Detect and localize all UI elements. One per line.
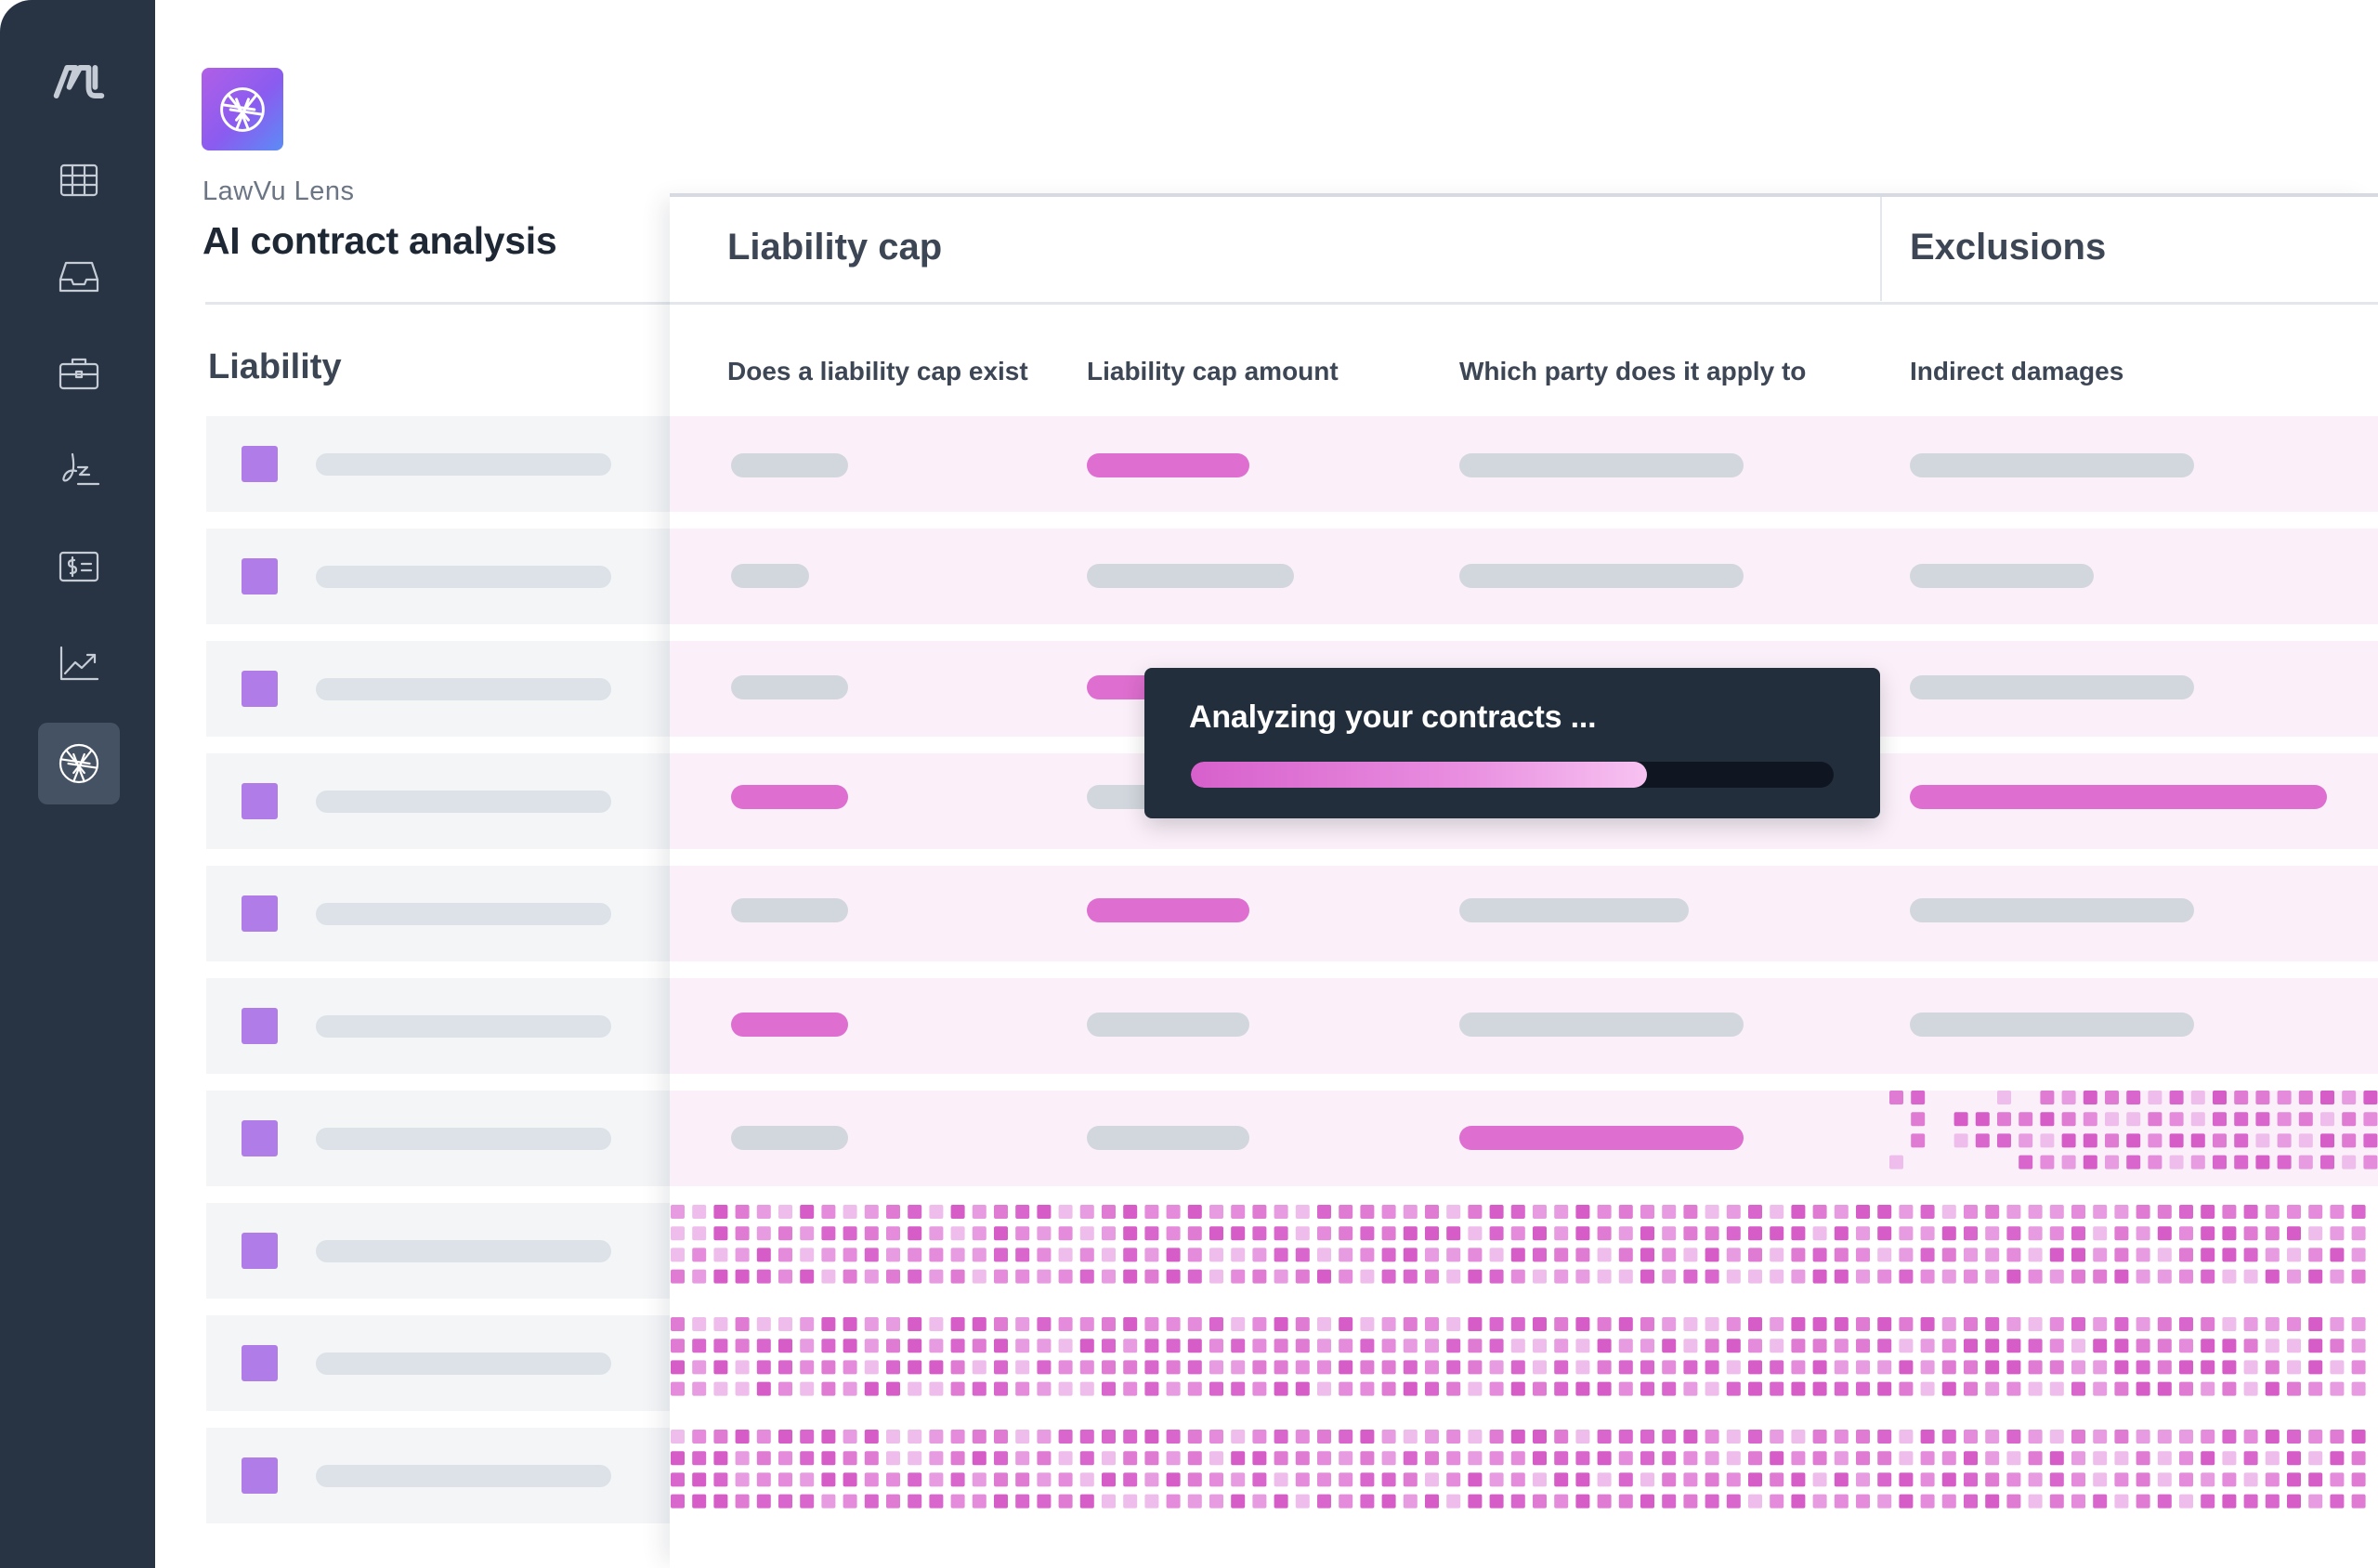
value-placeholder: [1910, 453, 2194, 477]
value-placeholder: [731, 898, 848, 922]
briefcase-icon[interactable]: [38, 333, 120, 414]
contract-row[interactable]: [206, 1428, 671, 1523]
column-header-cap-amount[interactable]: Liability cap amount: [1087, 357, 1339, 386]
placeholder-bar: [316, 791, 611, 813]
placeholder-bar: [316, 1352, 611, 1375]
value-placeholder: [1459, 453, 1744, 477]
progress-bar-fill: [1191, 762, 1648, 788]
value-placeholder: [731, 675, 848, 699]
row-checkbox[interactable]: [242, 1008, 278, 1044]
group-divider: [1880, 197, 1882, 301]
placeholder-bar: [316, 1240, 611, 1262]
column-header-indirect-damages[interactable]: Indirect damages: [1910, 357, 2123, 386]
trend-chart-icon[interactable]: [38, 622, 120, 704]
header-divider: [670, 302, 2378, 305]
contract-row[interactable]: [206, 753, 671, 849]
value-placeholder: [731, 1126, 848, 1150]
signature-icon[interactable]: [38, 429, 120, 511]
contract-row[interactable]: [206, 416, 671, 512]
group-header-exclusions: Exclusions: [1910, 227, 2107, 268]
page-title: AI contract analysis: [203, 219, 557, 262]
value-placeholder: [1459, 564, 1744, 588]
row-checkbox[interactable]: [242, 558, 278, 595]
column-header-applies-to[interactable]: Which party does it apply to: [1459, 357, 1806, 386]
billing-card-icon[interactable]: [38, 526, 120, 608]
sidebar: [0, 0, 155, 1568]
value-placeholder: [1459, 898, 1689, 922]
app-subtitle: LawVu Lens: [203, 176, 355, 206]
inbox-tray-icon[interactable]: [38, 236, 120, 318]
value-highlight: [1910, 785, 2327, 809]
row-checkbox[interactable]: [242, 1457, 278, 1494]
aperture-lens-icon[interactable]: [38, 723, 120, 804]
table-grid-icon[interactable]: [38, 139, 120, 221]
value-placeholder: [1087, 1013, 1249, 1037]
value-highlight: [1087, 898, 1249, 922]
aperture-lens-icon: [220, 86, 265, 132]
value-placeholder: [1910, 564, 2094, 588]
value-highlight: [731, 785, 848, 809]
value-placeholder: [1459, 1013, 1744, 1037]
left-divider: [205, 302, 670, 305]
column-header-cap-exists[interactable]: Does a liability cap exist: [727, 357, 1028, 386]
value-placeholder: [1910, 898, 2194, 922]
row-checkbox[interactable]: [242, 895, 278, 932]
app-logo: [202, 68, 283, 150]
row-checkbox[interactable]: [242, 1120, 278, 1156]
value-placeholder: [1087, 1126, 1249, 1150]
value-placeholder: [1910, 1013, 2194, 1037]
placeholder-bar: [316, 1465, 611, 1487]
contract-row[interactable]: [206, 1315, 671, 1411]
value-highlight: [731, 1013, 848, 1037]
contract-row[interactable]: [206, 1203, 671, 1299]
progress-bar: [1191, 762, 1834, 788]
contract-row[interactable]: [206, 529, 671, 624]
contract-row[interactable]: [206, 641, 671, 737]
row-checkbox[interactable]: [242, 446, 278, 482]
contract-row[interactable]: [206, 978, 671, 1074]
value-placeholder: [731, 453, 848, 477]
contract-row[interactable]: [206, 1091, 671, 1186]
placeholder-bar: [316, 903, 611, 925]
value-highlight: [1087, 453, 1249, 477]
row-checkbox[interactable]: [242, 1345, 278, 1381]
value-placeholder: [1910, 675, 2194, 699]
group-header-liability-cap: Liability cap: [727, 227, 943, 268]
lawvu-logo-icon[interactable]: [38, 41, 120, 123]
placeholder-bar: [316, 678, 611, 700]
analysis-progress-dialog: Analyzing your contracts ...: [1144, 668, 1880, 818]
progress-message: Analyzing your contracts ...: [1189, 699, 1597, 735]
row-checkbox[interactable]: [242, 1233, 278, 1269]
section-title: Liability: [208, 347, 342, 386]
value-placeholder: [1087, 564, 1294, 588]
placeholder-bar: [316, 566, 611, 588]
value-highlight: [1459, 1126, 1744, 1150]
placeholder-bar: [316, 1015, 611, 1038]
placeholder-bar: [316, 453, 611, 476]
row-checkbox[interactable]: [242, 783, 278, 819]
contract-row[interactable]: [206, 866, 671, 961]
row-checkbox[interactable]: [242, 671, 278, 707]
placeholder-bar: [316, 1128, 611, 1150]
value-placeholder: [731, 564, 809, 588]
